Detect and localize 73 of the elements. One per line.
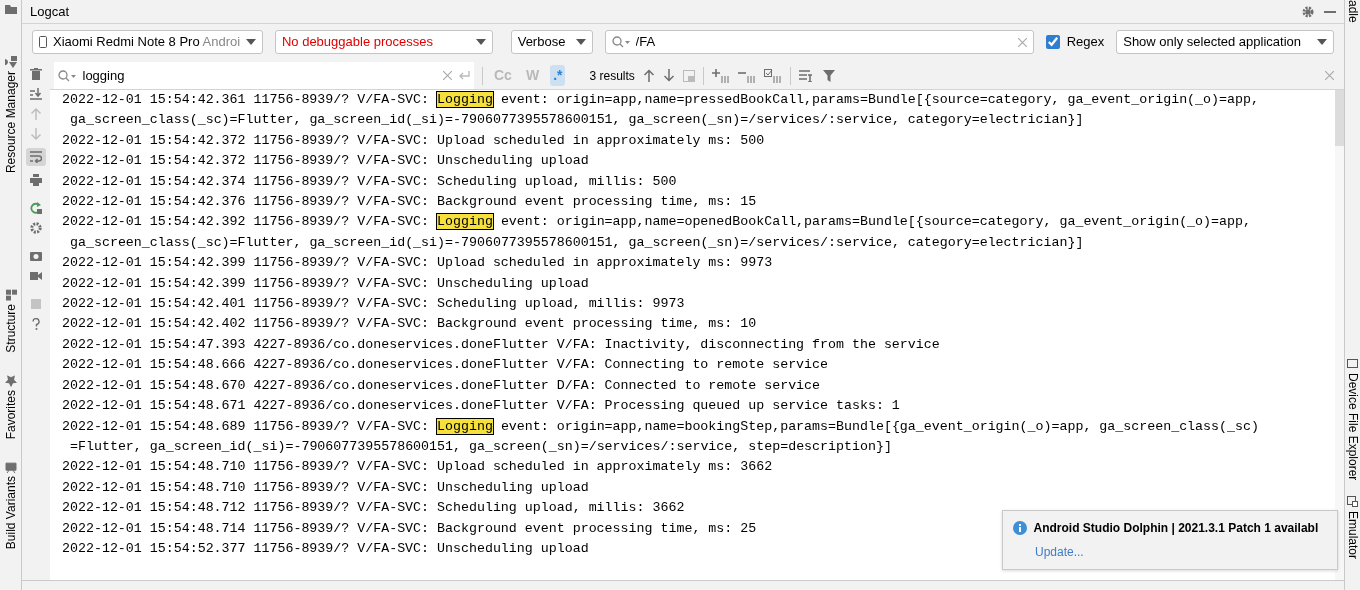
log-line: 2022-12-01 15:54:48.666 4227-8936/co.doneservices.doneFlutter V/FA: Connecting to remote service (62, 356, 829, 375)
caret-icon (1317, 39, 1327, 45)
log-line: 2022-12-01 15:54:48.714 11756-8939/? V/FA-SVC: Background event processing time, ms: 25 (62, 519, 757, 538)
filter-field[interactable]: /FA (604, 30, 1035, 54)
log-line: 2022-12-01 15:54:47.393 4227-8936/co.doneservices.doneFlutter V/FA: Inactivity, disconnecting from the service (62, 335, 940, 354)
panel-title: Logcat (30, 2, 71, 21)
device-dropdown[interactable]: Xiaomi Redmi Note 8 Pro Androi (32, 30, 263, 54)
device-icon (1347, 358, 1358, 370)
printer-icon[interactable] (30, 174, 42, 186)
search-icon (611, 36, 630, 48)
log-line: 2022-12-01 15:54:42.374 11756-8939/? V/FA-SVC: Scheduling upload, millis: 500 (62, 172, 677, 191)
settings-icon[interactable] (1302, 5, 1314, 18)
log-line: 2022-12-01 15:54:42.376 11756-8939/? V/FA-SVC: Background event processing time, ms: 15 (62, 193, 757, 212)
phone-icon (39, 36, 47, 48)
caret-icon (475, 39, 486, 45)
regex-checkbox[interactable] (1046, 35, 1061, 49)
wrap-icon (30, 151, 42, 163)
log-line: 2022-12-01 15:54:42.361 11756-8939/? V/FA-SVC: Logging event: origin=app,name=pressedBookCall,params=Bundle[{source=category, ga_event_origin(_o)=app, ga_screen_class(_sc)=Flutter, ga_screen_id(_si)=-7906077395578600151, ga_screen(_sn)=/services/:service, category=electrician}] (62, 91, 1260, 130)
log-line: 2022-12-01 15:54:42.372 11756-8939/? V/FA-SVC: Upload scheduled in approximately ms: 500 (62, 131, 765, 150)
update-link[interactable]: Update... (1035, 543, 1084, 561)
tool-window-tab[interactable]: Favorites (4, 374, 17, 440)
caret-icon (575, 39, 586, 45)
tool-window-tab[interactable]: Emulator (1346, 496, 1359, 559)
notification-title: Android Studio Dolphin | 2021.3.1 Patch 1 availabl (1033, 520, 1319, 537)
find-field[interactable]: logging (54, 62, 474, 89)
tool-window-tab[interactable]: Device File Explorer (1346, 358, 1359, 481)
settings-icon[interactable] (30, 222, 42, 234)
log-line: 2022-12-01 15:54:48.710 11756-8939/? V/FA-SVC: Unscheduling upload (62, 478, 589, 497)
tool-window-tab[interactable]: adle (1346, 0, 1359, 23)
log-line: 2022-12-01 15:54:42.392 11756-8939/? V/FA-SVC: Logging event: origin=app,name=openedBookCall,params=Bundle[{source=category, ga_event_origin(_o)=app, ga_screen_class(_sc)=Flutter, ga_screen_id(_si)=-7906077395578600151, ga_screen(_sn)=/services/:service, category=electrician}] (62, 213, 1252, 252)
camera-icon[interactable] (30, 250, 42, 262)
star-icon (4, 374, 17, 387)
select-all-icon[interactable] (763, 68, 782, 83)
clear-icon[interactable] (442, 71, 452, 80)
caret-icon (246, 39, 257, 45)
log-line: 2022-12-01 15:54:48.710 11756-8939/? V/FA-SVC: Upload scheduled in approximately ms: 3662 (62, 458, 773, 477)
search-icon (58, 69, 76, 82)
checkbox-label: Regex (1066, 33, 1105, 52)
tool-window-tab[interactable]: Resource Manager (4, 56, 17, 174)
blocks-icon (4, 289, 17, 302)
tool-window-tab[interactable]: Structure (4, 289, 17, 353)
app-filter-dropdown[interactable]: Show only selected application (1116, 30, 1334, 54)
restart-icon[interactable] (30, 202, 42, 214)
log-level-dropdown[interactable]: Verbose (510, 30, 593, 54)
help-icon[interactable] (30, 318, 42, 330)
info-icon (1013, 521, 1027, 535)
log-line: 2022-12-01 15:54:48.670 4227-8936/co.doneservices.doneFlutter D/FA: Connected to remote service (62, 376, 821, 395)
filter-icon[interactable] (822, 69, 835, 82)
add-occurrence-icon[interactable] (711, 68, 730, 83)
delete-icon[interactable] (30, 68, 42, 80)
log-line: 2022-12-01 15:54:42.401 11756-8939/? V/FA-SVC: Scheduling upload, millis: 9973 (62, 295, 685, 314)
log-line: 2022-12-01 15:54:42.399 11756-8939/? V/FA-SVC: Upload scheduled in approximately ms: 9973 (62, 254, 773, 273)
soft-wrap-button[interactable] (26, 148, 46, 166)
log-line: 2022-12-01 15:54:42.372 11756-8939/? V/FA-SVC: Unscheduling upload (62, 152, 589, 171)
log-line: 2022-12-01 15:54:52.377 11756-8939/? V/FA-SVC: Unscheduling upload (62, 539, 589, 558)
process-dropdown[interactable]: No debuggable processes (274, 30, 493, 54)
video-camera-icon[interactable] (30, 270, 42, 282)
clear-icon[interactable] (1018, 37, 1028, 47)
tool-window-tab[interactable]: Build Variants (4, 461, 17, 550)
emulator-icon (1347, 496, 1358, 508)
log-line: 2022-12-01 15:54:42.402 11756-8939/? V/FA-SVC: Background event processing time, ms: 10 (62, 315, 757, 334)
scroll-to-end-icon[interactable] (30, 88, 42, 100)
log-line: 2022-12-01 15:54:48.689 11756-8939/? V/FA-SVC: Logging event: origin=app,name=bookingStep,params=Bundle[{ga_event_origin(_o)=app, ga_screen_class(_sc) =Flutter, ga_screen_id(_si)=-7906077395578600151, ga_screen(_sn)=/services/:service, step=description}] (62, 417, 1260, 456)
close-icon[interactable] (1325, 71, 1334, 80)
filter-lines-icon[interactable] (798, 69, 815, 82)
log-line: 2022-12-01 15:54:48.671 4227-8936/co.doneservices.doneFlutter V/FA: Processing queued up service tasks: 1 (62, 397, 900, 416)
log-line: 2022-12-01 15:54:48.712 11756-8939/? V/FA-SVC: Scheduling upload, millis: 3662 (62, 499, 685, 518)
results-count: 3 results (589, 67, 635, 85)
scrollbar-thumb[interactable] (1335, 90, 1344, 146)
folder-icon[interactable] (4, 4, 17, 14)
log-line: 2022-12-01 15:54:42.399 11756-8939/? V/FA-SVC: Unscheduling upload (62, 274, 589, 293)
up-arrow-icon[interactable] (642, 69, 655, 82)
down-arrow-icon[interactable] (662, 69, 675, 82)
